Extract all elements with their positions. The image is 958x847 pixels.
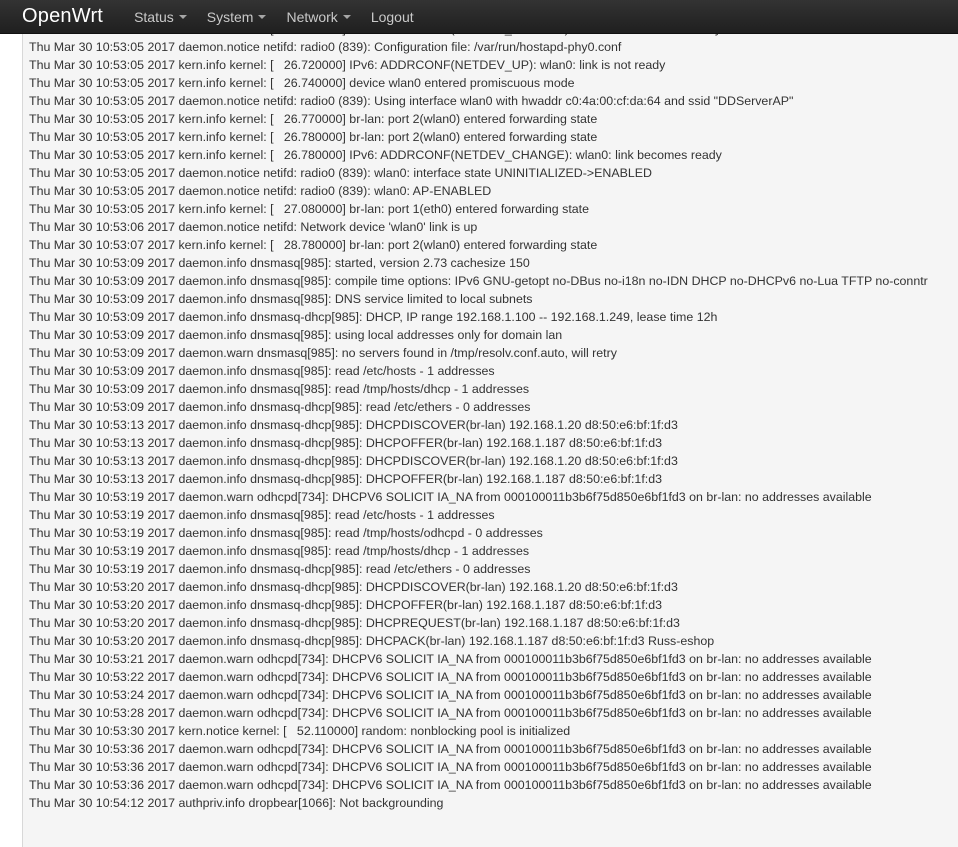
log-line: Thu Mar 30 10:53:36 2017 daemon.warn odh…: [29, 760, 872, 774]
top-navbar: OpenWrt Status System Network Logout: [0, 0, 958, 34]
log-line: Thu Mar 30 10:53:09 2017 daemon.info dns…: [29, 310, 718, 324]
log-line: Thu Mar 30 10:53:36 2017 daemon.warn odh…: [29, 742, 872, 756]
log-line: Thu Mar 30 10:53:05 2017 kern.info kerne…: [29, 202, 589, 216]
log-line: Thu Mar 30 10:53:05 2017 kern.info kerne…: [29, 112, 598, 126]
log-line: Thu Mar 30 10:53:19 2017 daemon.info dns…: [29, 508, 495, 522]
log-line: Thu Mar 30 10:53:20 2017 daemon.info dns…: [29, 598, 662, 612]
log-line: Thu Mar 30 10:53:19 2017 daemon.info dns…: [29, 526, 543, 540]
log-line: Thu Mar 30 10:53:21 2017 daemon.warn odh…: [29, 652, 872, 666]
log-line: Thu Mar 30 10:53:09 2017 daemon.warn dns…: [29, 346, 617, 360]
log-line: Thu Mar 30 10:53:36 2017 daemon.warn odh…: [29, 778, 872, 792]
log-line: Thu Mar 30 10:53:28 2017 daemon.warn odh…: [29, 706, 872, 720]
log-line: Thu Mar 30 10:53:20 2017 daemon.info dns…: [29, 634, 715, 648]
log-line: Thu Mar 30 10:53:05 2017 daemon.notice n…: [29, 94, 794, 108]
log-line: Thu Mar 30 10:53:09 2017 daemon.info dns…: [29, 256, 530, 270]
log-line: Thu Mar 30 10:53:20 2017 daemon.info dns…: [29, 616, 680, 630]
log-line: Thu Mar 30 10:53:22 2017 daemon.warn odh…: [29, 670, 872, 684]
menu-network-label: Network: [286, 8, 338, 25]
chevron-down-icon: [178, 15, 187, 19]
menu-logout[interactable]: Logout: [371, 9, 414, 25]
menu-status[interactable]: Status: [134, 9, 187, 25]
menu-network[interactable]: Network: [286, 8, 351, 25]
menu-logout-label: Logout: [370, 8, 414, 25]
log-line: Thu Mar 30 10:53:19 2017 daemon.warn odh…: [29, 490, 872, 504]
log-line: Thu Mar 30 10:54:12 2017 authpriv.info d…: [29, 796, 444, 810]
log-line: Thu Mar 30 10:53:05 2017 daemon.notice n…: [29, 40, 622, 54]
chevron-down-icon: [342, 15, 351, 19]
menu-system-label: System: [206, 8, 254, 25]
log-line: Thu Mar 30 10:53:09 2017 daemon.info dns…: [29, 364, 495, 378]
log-line: Thu Mar 30 10:53:24 2017 daemon.warn odh…: [29, 688, 872, 702]
log-line: Thu Mar 30 10:53:13 2017 daemon.info dns…: [29, 472, 662, 486]
log-line: Thu Mar 30 10:53:05 2017 kern.info kerne…: [29, 58, 666, 72]
log-line: Thu Mar 30 10:53:19 2017 daemon.info dns…: [29, 544, 530, 558]
chevron-down-icon: [258, 15, 267, 19]
log-line: Thu Mar 30 10:53:09 2017 daemon.info dns…: [29, 292, 533, 306]
log-lines: Thu Mar 30 10:53:05 2017 kern.info kerne…: [23, 20, 958, 812]
page-margin: [0, 33, 22, 847]
log-line: Thu Mar 30 10:53:09 2017 daemon.info dns…: [29, 400, 531, 414]
log-line: Thu Mar 30 10:53:30 2017 kern.notice ker…: [29, 724, 571, 738]
log-line: Thu Mar 30 10:53:20 2017 daemon.info dns…: [29, 580, 678, 594]
log-line: Thu Mar 30 10:53:07 2017 kern.info kerne…: [29, 238, 598, 252]
log-line: Thu Mar 30 10:53:09 2017 daemon.info dns…: [29, 274, 928, 288]
log-line: Thu Mar 30 10:53:09 2017 daemon.info dns…: [29, 328, 563, 342]
menu-status-label: Status: [134, 8, 174, 25]
log-line: Thu Mar 30 10:53:13 2017 daemon.info dns…: [29, 436, 662, 450]
log-line: Thu Mar 30 10:53:13 2017 daemon.info dns…: [29, 454, 678, 468]
menu-system[interactable]: System: [207, 9, 267, 25]
brand-logo[interactable]: OpenWrt: [22, 5, 103, 28]
log-line: Thu Mar 30 10:53:13 2017 daemon.info dns…: [29, 418, 678, 432]
log-line: Thu Mar 30 10:53:05 2017 daemon.notice n…: [29, 184, 492, 198]
log-line: Thu Mar 30 10:53:05 2017 daemon.notice n…: [29, 166, 652, 180]
log-line: Thu Mar 30 10:53:05 2017 kern.info kerne…: [29, 130, 598, 144]
system-log-textarea[interactable]: Thu Mar 30 10:53:05 2017 kern.info kerne…: [22, 20, 958, 847]
log-line: Thu Mar 30 10:53:19 2017 daemon.info dns…: [29, 562, 531, 576]
log-line: Thu Mar 30 10:53:05 2017 kern.info kerne…: [29, 148, 722, 162]
log-line: Thu Mar 30 10:53:05 2017 kern.info kerne…: [29, 76, 575, 90]
log-line: Thu Mar 30 10:53:09 2017 daemon.info dns…: [29, 382, 530, 396]
log-line: Thu Mar 30 10:53:06 2017 daemon.notice n…: [29, 220, 478, 234]
